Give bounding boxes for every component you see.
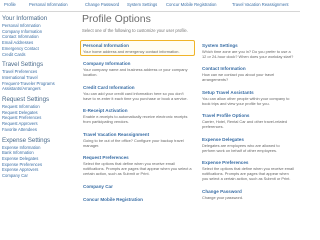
sidebar-section-expense-settings: Expense Settings — [2, 136, 51, 144]
option-description: Select the options that define when you … — [83, 161, 192, 176]
profile-options-left-column: Personal Information Your home address a… — [80, 40, 195, 214]
option-contact-information[interactable]: Contact Information How can we contact y… — [199, 64, 297, 85]
option-description: How can we contact you about your travel… — [202, 72, 275, 82]
option-change-password[interactable]: Change Password Change your password. — [199, 186, 297, 202]
option-expense-preferences[interactable]: Expense Preferences Select the options t… — [199, 158, 297, 184]
option-personal-information[interactable]: Personal Information Your home address a… — [80, 40, 195, 56]
sidebar-link-company-car[interactable]: Company Car — [2, 173, 76, 179]
option-description: Select the options that define when you … — [202, 166, 294, 181]
sidebar-section-travel-settings: Travel Settings — [2, 61, 44, 69]
topnav-personal-information-link[interactable]: Personal Information — [29, 2, 68, 8]
option-description: Which time zone are you in? Do you prefe… — [202, 48, 294, 59]
option-travel-profile-options[interactable]: Travel Profile Options Carrier, Hotel, R… — [199, 111, 297, 132]
option-company-car[interactable]: Company Car — [80, 181, 195, 192]
page-subtitle: Select one of the following to customize… — [82, 28, 188, 33]
sidebar-section-request-settings: Request Settings — [2, 96, 50, 104]
option-description: Your company name and business address o… — [83, 67, 188, 77]
option-concur-mobile-registration[interactable]: Concur Mobile Registration — [80, 195, 195, 206]
option-company-information[interactable]: Company Information Your company name an… — [80, 59, 195, 80]
option-expense-delegates[interactable]: Expense Delegates Delegates are employee… — [199, 134, 297, 155]
option-description: You can add your credit card information… — [83, 90, 188, 101]
top-navigation-bar: Profile Personal Information Change Pass… — [0, 0, 300, 12]
option-travel-vacation-reassignment[interactable]: Travel Vacation Reassignment Going to be… — [80, 129, 195, 150]
option-request-preferences[interactable]: Request Preferences Select the options t… — [80, 153, 195, 179]
page-title: Profile Options — [82, 13, 151, 25]
option-setup-travel-assistants[interactable]: Setup Travel Assistants You can allow ot… — [199, 87, 297, 108]
option-title[interactable]: Company Car — [83, 184, 192, 190]
sidebar: Your Information Personal Information Co… — [2, 15, 76, 214]
topnav-system-settings-link[interactable]: System Settings — [127, 2, 157, 8]
option-description: Going to be out of the office? Configure… — [83, 137, 184, 148]
option-credit-card-information[interactable]: Credit Card Information You can add your… — [80, 82, 195, 103]
topnav-travel-vacation-reassignment-link[interactable]: Travel Vacation Reassignment — [232, 2, 289, 8]
sidebar-section-your-information: Your Information — [2, 15, 48, 22]
option-title[interactable]: Concur Mobile Registration — [83, 197, 192, 203]
option-description: Enable e-receipts to automatically recei… — [83, 114, 188, 124]
topnav-profile-link[interactable]: Profile — [4, 2, 16, 8]
option-description: Carrier, Hotel, Rental Car and other tra… — [202, 119, 287, 129]
option-system-settings[interactable]: System Settings Which time zone are you … — [199, 40, 297, 61]
topnav-change-password-link[interactable]: Change Password — [85, 2, 119, 8]
option-e-receipt-activation[interactable]: E-Receipt Activation Enable e-receipts t… — [80, 106, 195, 127]
topnav-concur-mobile-registration-link[interactable]: Concur Mobile Registration — [166, 2, 217, 8]
profile-options-right-column: System Settings Which time zone are you … — [199, 40, 297, 214]
option-description: Delegates are employees who are allowed … — [202, 142, 280, 153]
option-description: Your home address and emergency contact … — [83, 48, 180, 54]
option-description: Change your password. — [202, 194, 244, 200]
option-description: You can allow other people within your c… — [202, 95, 290, 106]
